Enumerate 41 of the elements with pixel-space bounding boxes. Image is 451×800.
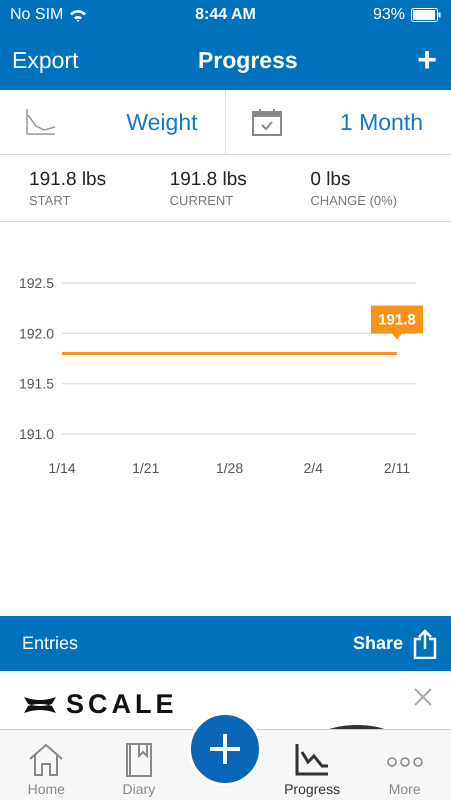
more-icon (386, 756, 423, 768)
x-tick-label: 1/21 (132, 460, 160, 476)
tab-item[interactable]: Diary (92, 730, 186, 800)
chart-icon (294, 742, 330, 778)
x-tick-label: 1/14 (48, 460, 76, 476)
stat-value: 191.8 lbs (170, 168, 248, 190)
battery-percent: 93% (372, 6, 405, 24)
wifi-icon (69, 8, 88, 22)
stat-label: CURRENT (170, 192, 234, 208)
share-button[interactable]: Share (352, 628, 437, 658)
home-icon (27, 742, 66, 778)
chart-icon (26, 109, 56, 135)
brand-name: SCALE (66, 689, 178, 720)
entries-title: Entries (22, 633, 78, 654)
tab-item[interactable]: More (358, 730, 451, 800)
share-icon (413, 628, 437, 658)
carrier-label: No SIM (10, 6, 64, 24)
battery-icon (410, 8, 441, 22)
y-tick-label: 191.0 (18, 426, 54, 442)
plus-icon (208, 732, 242, 766)
export-button[interactable]: Export (12, 46, 78, 74)
add-button[interactable]: + (417, 43, 437, 77)
tab-item[interactable]: Home (0, 730, 93, 800)
x-tick-label: 2/11 (384, 460, 410, 476)
annotation: 191.8 (378, 311, 416, 328)
stat-label: START (29, 192, 72, 208)
book-icon (124, 742, 154, 778)
stat-label: CHANGE (0%) (310, 192, 398, 208)
screen-title: Progress (198, 46, 298, 74)
logo-icon (22, 694, 58, 714)
calendar-icon (252, 108, 282, 136)
y-tick-label: 192.5 (18, 275, 54, 291)
tab-item[interactable]: Progress (266, 730, 358, 800)
clock: 8:44 AM (195, 6, 256, 24)
y-tick-label: 191.5 (18, 376, 54, 392)
y-tick-label: 192.0 (18, 325, 54, 342)
x-tick-label: 2/4 (304, 460, 323, 476)
stat-value: 191.8 lbs (29, 168, 108, 190)
x-tick-label: 1/28 (216, 460, 244, 476)
stat-value: 0 lbs (310, 168, 352, 190)
value-tooltip: 191.8 (371, 305, 423, 340)
